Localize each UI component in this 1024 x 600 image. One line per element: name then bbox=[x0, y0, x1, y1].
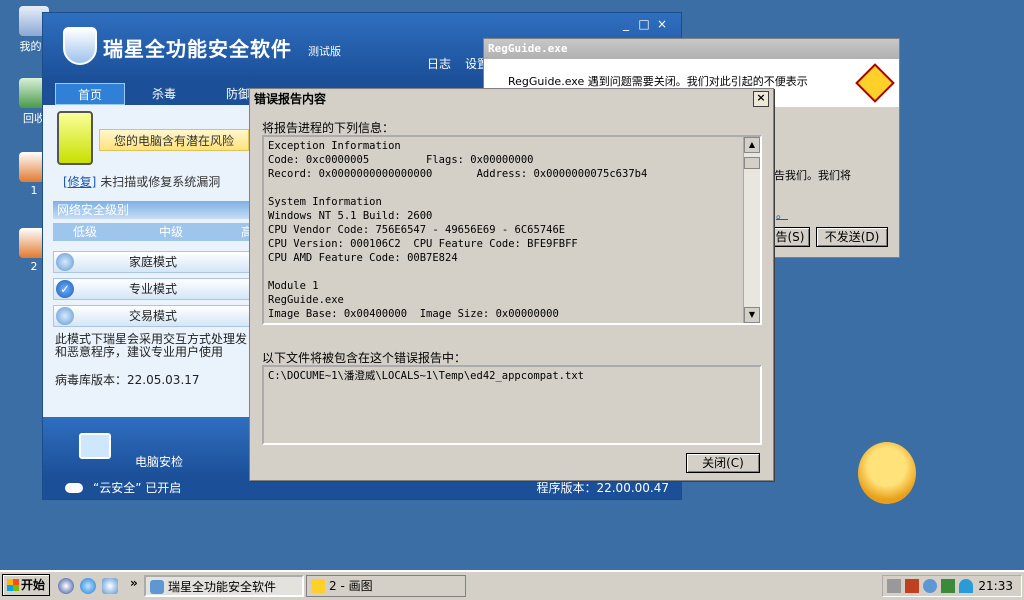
volume-icon[interactable] bbox=[905, 579, 919, 593]
mode-home[interactable]: 家庭模式 bbox=[53, 251, 253, 273]
report-files-label: 以下文件将被包含在这个错误报告中： bbox=[262, 351, 467, 365]
dont-send-button[interactable]: 不发送(D) bbox=[816, 227, 888, 247]
rising-tray-icon[interactable] bbox=[923, 579, 937, 593]
level-medium[interactable]: 中级 bbox=[159, 223, 183, 241]
paint-app-icon bbox=[855, 63, 895, 103]
maximize-button[interactable]: □ bbox=[635, 17, 653, 31]
scroll-down-arrow-icon[interactable]: ▼ bbox=[744, 307, 760, 323]
regguide-link[interactable]: 。 bbox=[776, 205, 788, 222]
network-icon[interactable] bbox=[941, 579, 955, 593]
scroll-thumb[interactable] bbox=[744, 157, 760, 169]
report-files-box[interactable]: C:\DOCUME~1\潘澄威\LOCALS~1\Temp\ed42_appco… bbox=[262, 365, 762, 445]
rising-task-icon bbox=[150, 580, 164, 594]
minimize-button[interactable]: _ bbox=[617, 17, 635, 31]
mode-professional[interactable]: ✓ 专业模式 bbox=[53, 278, 253, 300]
regguide-partial-text: 告我们。我们将 bbox=[774, 169, 851, 182]
task-label: 瑞星全功能安全软件 bbox=[168, 580, 277, 594]
security-level-selector: 低级 中级 高 bbox=[53, 223, 253, 241]
level-low[interactable]: 低级 bbox=[73, 223, 97, 241]
virus-db-version: 病毒库版本：22.05.03.17 bbox=[55, 373, 200, 387]
report-info-label: 将报告进程的下列信息： bbox=[262, 121, 395, 135]
close-x-button[interactable]: × bbox=[753, 91, 769, 107]
pc-checkup-label[interactable]: 电脑安检 bbox=[135, 453, 183, 470]
windows-logo-icon bbox=[7, 579, 19, 591]
clock[interactable]: 21:33 bbox=[978, 578, 1013, 594]
risk-status-banner: 您的电脑含有潜在风险 bbox=[99, 129, 249, 151]
rising-shield-quicklaunch-icon[interactable] bbox=[102, 578, 118, 594]
cloud-status: “云安全” 已开启 bbox=[93, 481, 182, 495]
media-player-icon[interactable] bbox=[58, 578, 74, 594]
report-info-text: Exception Information Code: 0xc0000005 F… bbox=[268, 140, 648, 320]
mode-trading[interactable]: 交易模式 bbox=[53, 305, 253, 327]
fix-link[interactable]: [修复] bbox=[63, 175, 96, 189]
taskbar-button-rising[interactable]: 瑞星全功能安全软件 bbox=[144, 575, 304, 597]
send-report-button[interactable]: 告(S) bbox=[770, 227, 810, 247]
start-button[interactable]: 开始 bbox=[2, 574, 50, 596]
regguide-message: RegGuide.exe 遇到问题需要关闭。我们对此引起的不便表示 bbox=[508, 75, 808, 88]
close-dialog-button[interactable]: 关闭(C) bbox=[686, 453, 760, 473]
start-label: 开始 bbox=[20, 578, 45, 592]
rising-home-panel: 您的电脑含有潜在风险 [修复] 未扫描或修复系统漏洞 网络安全级别 低级 中级 … bbox=[51, 109, 253, 409]
taskbar-button-paint[interactable]: 2 - 画图 bbox=[306, 575, 466, 597]
fix-line: [修复] 未扫描或修复系统漏洞 bbox=[63, 173, 220, 190]
radio-icon bbox=[56, 253, 74, 271]
checked-radio-icon: ✓ bbox=[56, 280, 74, 298]
radio-icon bbox=[56, 307, 74, 325]
task-label: 2 - 画图 bbox=[329, 579, 373, 593]
security-level-header: 网络安全级别 bbox=[53, 201, 253, 219]
rising-window-controls: _ □ × bbox=[617, 17, 671, 31]
keyboard-icon[interactable] bbox=[887, 579, 901, 593]
rising-edition: 测试版 bbox=[308, 45, 341, 58]
cloud-icon bbox=[65, 483, 83, 493]
mode-description: 此模式下瑞星会采用交互方式处理发 和恶意程序，建议专业用户使用 bbox=[55, 332, 248, 359]
pc-checkup-icon[interactable] bbox=[79, 433, 111, 459]
report-file-path: C:\DOCUME~1\潘澄威\LOCALS~1\Temp\ed42_appco… bbox=[268, 370, 584, 382]
rising-app-title: 瑞星全功能安全软件 bbox=[103, 37, 292, 61]
fix-text: 未扫描或修复系统漏洞 bbox=[100, 175, 221, 189]
error-report-title: 错误报告内容 bbox=[254, 92, 327, 106]
report-info-textbox[interactable]: Exception Information Code: 0xc0000005 F… bbox=[262, 135, 762, 325]
mode-label: 家庭模式 bbox=[128, 255, 177, 269]
tab-antivirus[interactable]: 杀毒 bbox=[129, 83, 199, 105]
mode-label: 交易模式 bbox=[128, 309, 177, 323]
paint-task-icon bbox=[311, 579, 325, 593]
battery-status-icon bbox=[57, 111, 93, 165]
rising-lion-mascot-icon[interactable] bbox=[858, 442, 916, 504]
regguide-titlebar[interactable]: RegGuide.exe bbox=[484, 39, 899, 59]
internet-explorer-icon[interactable] bbox=[80, 578, 96, 594]
system-tray: 21:33 bbox=[882, 575, 1022, 597]
rising-shield-icon bbox=[63, 27, 97, 65]
tab-home[interactable]: 首页 bbox=[55, 83, 125, 105]
quicklaunch-chevron[interactable]: » bbox=[130, 576, 138, 590]
close-button[interactable]: × bbox=[653, 17, 671, 31]
log-link[interactable]: 日志 bbox=[427, 57, 451, 71]
error-report-dialog: 错误报告内容 × 将报告进程的下列信息： Exception Informati… bbox=[249, 88, 774, 481]
error-report-titlebar[interactable]: 错误报告内容 × bbox=[250, 89, 773, 109]
taskbar: 开始 » 瑞星全功能安全软件 2 - 画图 21:33 bbox=[0, 570, 1024, 600]
scroll-up-arrow-icon[interactable]: ▲ bbox=[744, 137, 760, 153]
report-scrollbar[interactable]: ▲ ▼ bbox=[743, 137, 760, 323]
umbrella-icon[interactable] bbox=[959, 579, 973, 593]
mode-label: 专业模式 bbox=[128, 282, 177, 296]
